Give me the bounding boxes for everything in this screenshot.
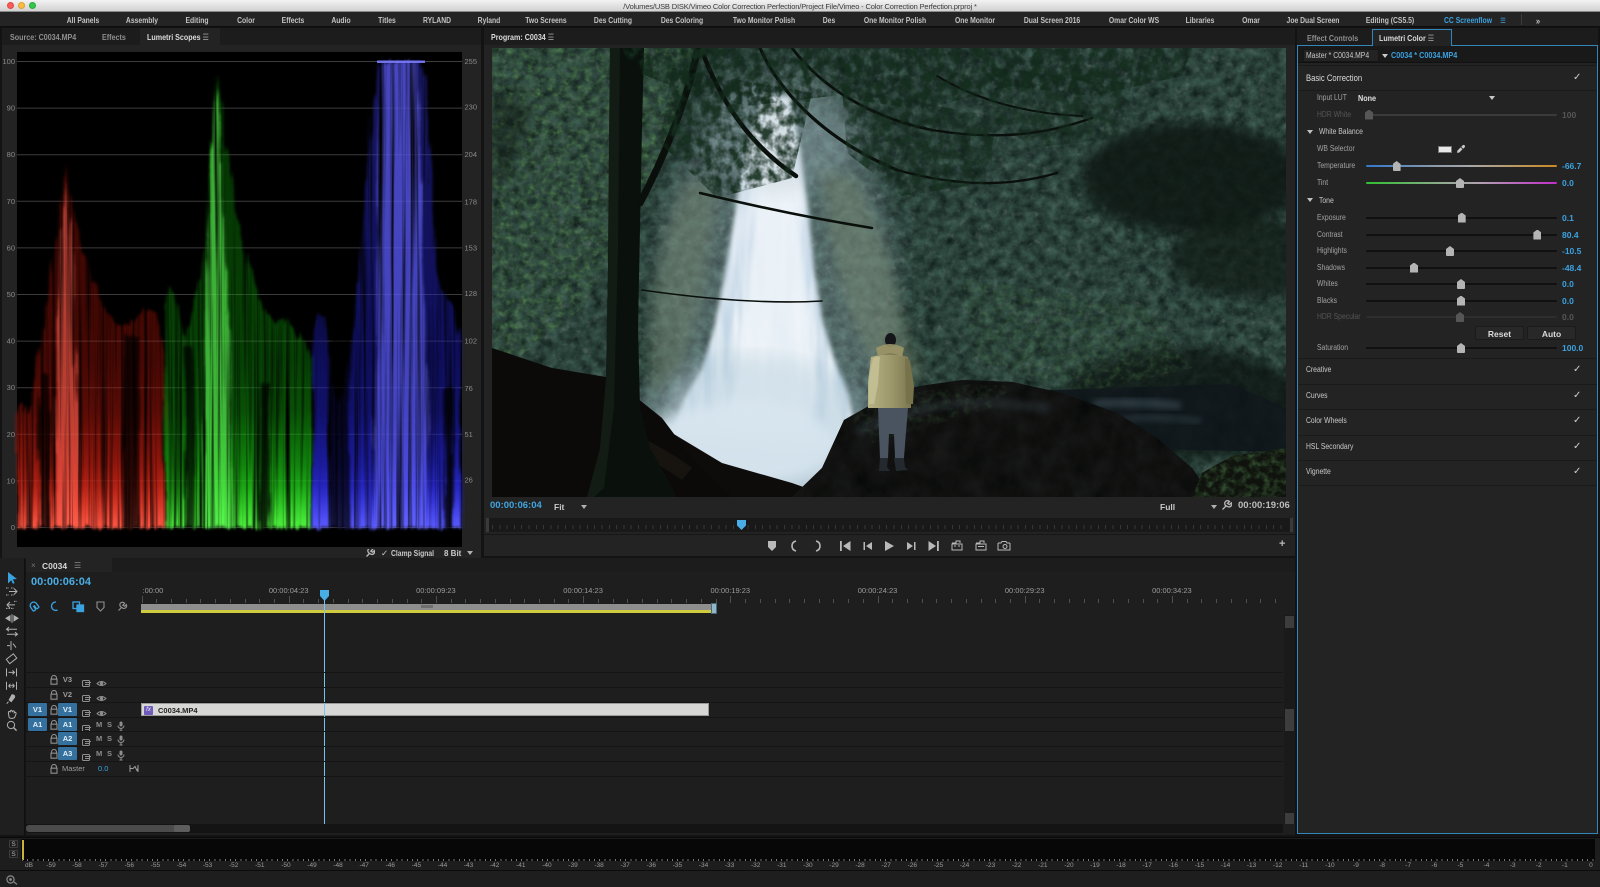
svg-text:76: 76: [465, 384, 473, 393]
svg-text:50: 50: [7, 290, 15, 299]
svg-text:51: 51: [465, 430, 473, 439]
svg-text:153: 153: [465, 243, 478, 252]
svg-text:102: 102: [465, 337, 478, 346]
svg-text:80: 80: [7, 150, 15, 159]
svg-text:26: 26: [465, 475, 473, 484]
svg-text:178: 178: [465, 198, 478, 207]
svg-text:60: 60: [7, 243, 15, 252]
svg-text:128: 128: [465, 289, 478, 298]
svg-text:0: 0: [11, 523, 15, 532]
svg-text:70: 70: [7, 197, 15, 206]
svg-text:90: 90: [7, 104, 15, 113]
svg-text:20: 20: [7, 430, 15, 439]
svg-text:100: 100: [2, 57, 15, 66]
svg-text:255: 255: [465, 57, 478, 66]
svg-text:230: 230: [465, 103, 478, 112]
svg-text:10: 10: [7, 476, 15, 485]
svg-text:30: 30: [7, 383, 15, 392]
svg-text:204: 204: [465, 150, 478, 159]
svg-text:40: 40: [7, 337, 15, 346]
